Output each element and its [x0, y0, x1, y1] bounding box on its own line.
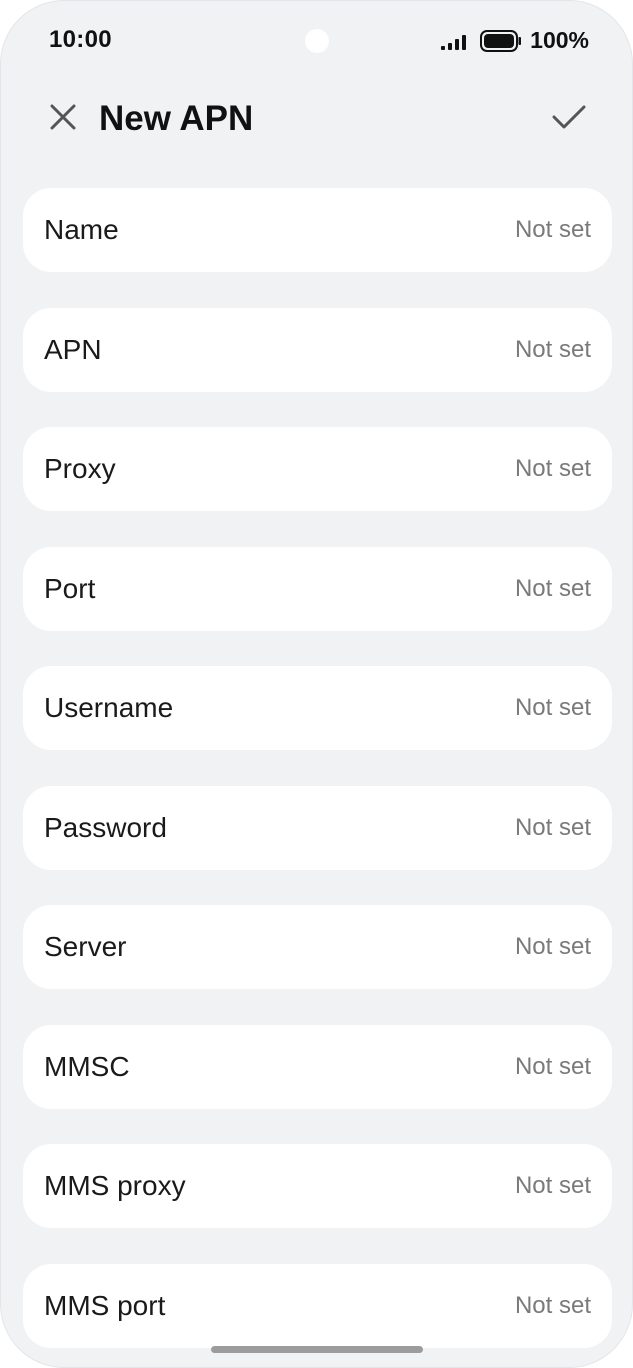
- field-label: MMSC: [44, 1050, 130, 1082]
- field-row-proxy[interactable]: Proxy Not set: [23, 427, 612, 511]
- field-row-mms-port[interactable]: MMS port Not set: [23, 1263, 612, 1348]
- field-label: APN: [44, 333, 102, 365]
- app-bar: New APN: [1, 87, 632, 151]
- field-value: Not set: [514, 1052, 591, 1080]
- field-label: MMS port: [44, 1289, 166, 1321]
- apn-settings-list: Name Not set APN Not set Proxy Not set P…: [23, 188, 612, 1367]
- field-value: Not set: [514, 335, 591, 363]
- field-value: Not set: [514, 694, 591, 721]
- field-row-name[interactable]: Name Not set: [23, 188, 612, 272]
- field-label: Proxy: [44, 453, 116, 484]
- field-row-server[interactable]: Server Not set: [23, 905, 612, 989]
- field-label: Username: [44, 692, 174, 723]
- checkmark-icon: [551, 103, 587, 136]
- field-value: Not set: [514, 933, 591, 960]
- battery-percentage: 100%: [530, 27, 589, 53]
- status-bar: 10:00 100%: [1, 1, 632, 81]
- home-indicator[interactable]: [211, 1346, 423, 1353]
- field-label: MMS proxy: [44, 1170, 186, 1201]
- close-icon: [49, 103, 77, 136]
- status-time: 10:00: [49, 26, 112, 53]
- page-title: New APN: [99, 99, 254, 138]
- battery-icon: [480, 29, 522, 52]
- field-value: Not set: [514, 813, 591, 841]
- field-label: Port: [44, 572, 96, 604]
- field-value: Not set: [514, 1172, 591, 1199]
- front-camera: [305, 29, 329, 53]
- field-row-username[interactable]: Username Not set: [23, 666, 612, 750]
- field-row-apn[interactable]: APN Not set: [23, 307, 612, 392]
- field-value: Not set: [514, 216, 591, 243]
- field-value: Not set: [514, 455, 591, 482]
- field-value: Not set: [514, 1291, 591, 1319]
- field-value: Not set: [514, 574, 591, 602]
- close-button[interactable]: [43, 99, 83, 139]
- signal-bars-icon: [440, 31, 472, 51]
- field-label: Name: [44, 214, 119, 245]
- field-row-mmsc[interactable]: MMSC Not set: [23, 1024, 612, 1109]
- confirm-button[interactable]: [546, 97, 592, 141]
- status-indicators: 100%: [440, 27, 589, 54]
- field-label: Server: [44, 931, 127, 962]
- field-label: Password: [44, 811, 167, 843]
- field-row-mms-proxy[interactable]: MMS proxy Not set: [23, 1144, 612, 1228]
- field-row-password[interactable]: Password Not set: [23, 785, 612, 870]
- phone-screen: 10:00 100% New APN Name Not set APN Not …: [0, 0, 633, 1368]
- field-row-port[interactable]: Port Not set: [23, 546, 612, 631]
